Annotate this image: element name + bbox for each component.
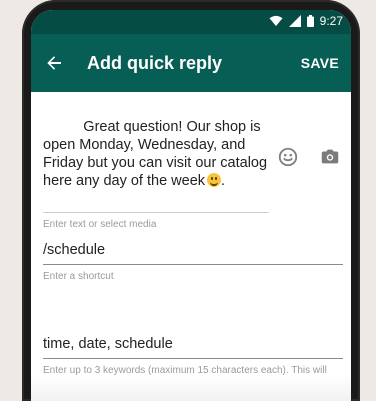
status-icons: 9:27: [269, 14, 343, 28]
message-text: Great question! Our shop is open Monday,…: [43, 119, 272, 189]
bottom-shadow: [31, 375, 351, 401]
message-helper: Enter text or select media: [43, 219, 157, 230]
emoji-icon: [278, 147, 298, 167]
emoji-button[interactable]: [275, 144, 301, 170]
status-bar: 9:27: [31, 10, 351, 34]
app-bar: Add quick reply SAVE: [31, 34, 351, 92]
save-button[interactable]: SAVE: [301, 55, 339, 71]
screen: 9:27 Add quick reply SAVE Great question…: [31, 10, 351, 401]
emoji-inline-icon: [207, 173, 222, 187]
form-content: Great question! Our shop is open Monday,…: [31, 92, 351, 401]
message-input[interactable]: Great question! Our shop is open Monday,…: [43, 100, 269, 213]
shortcut-helper: Enter a shortcut: [43, 271, 114, 282]
page-title: Add quick reply: [87, 52, 223, 73]
signal-icon: [288, 15, 301, 27]
keywords-input[interactable]: time, date, schedule: [43, 336, 343, 359]
camera-button[interactable]: [317, 144, 343, 170]
shortcut-field[interactable]: /schedule Enter a shortcut: [43, 242, 343, 282]
message-field[interactable]: Great question! Our shop is open Monday,…: [43, 100, 343, 230]
status-time: 9:27: [319, 14, 343, 28]
phone-frame: 9:27 Add quick reply SAVE Great question…: [22, 0, 360, 401]
arrow-left-icon: [47, 56, 61, 70]
wifi-icon: [269, 15, 283, 27]
back-button[interactable]: [31, 34, 77, 92]
battery-icon: [306, 15, 314, 27]
shortcut-input[interactable]: /schedule: [43, 242, 343, 265]
camera-icon: [321, 149, 339, 164]
message-actions: [275, 144, 343, 170]
